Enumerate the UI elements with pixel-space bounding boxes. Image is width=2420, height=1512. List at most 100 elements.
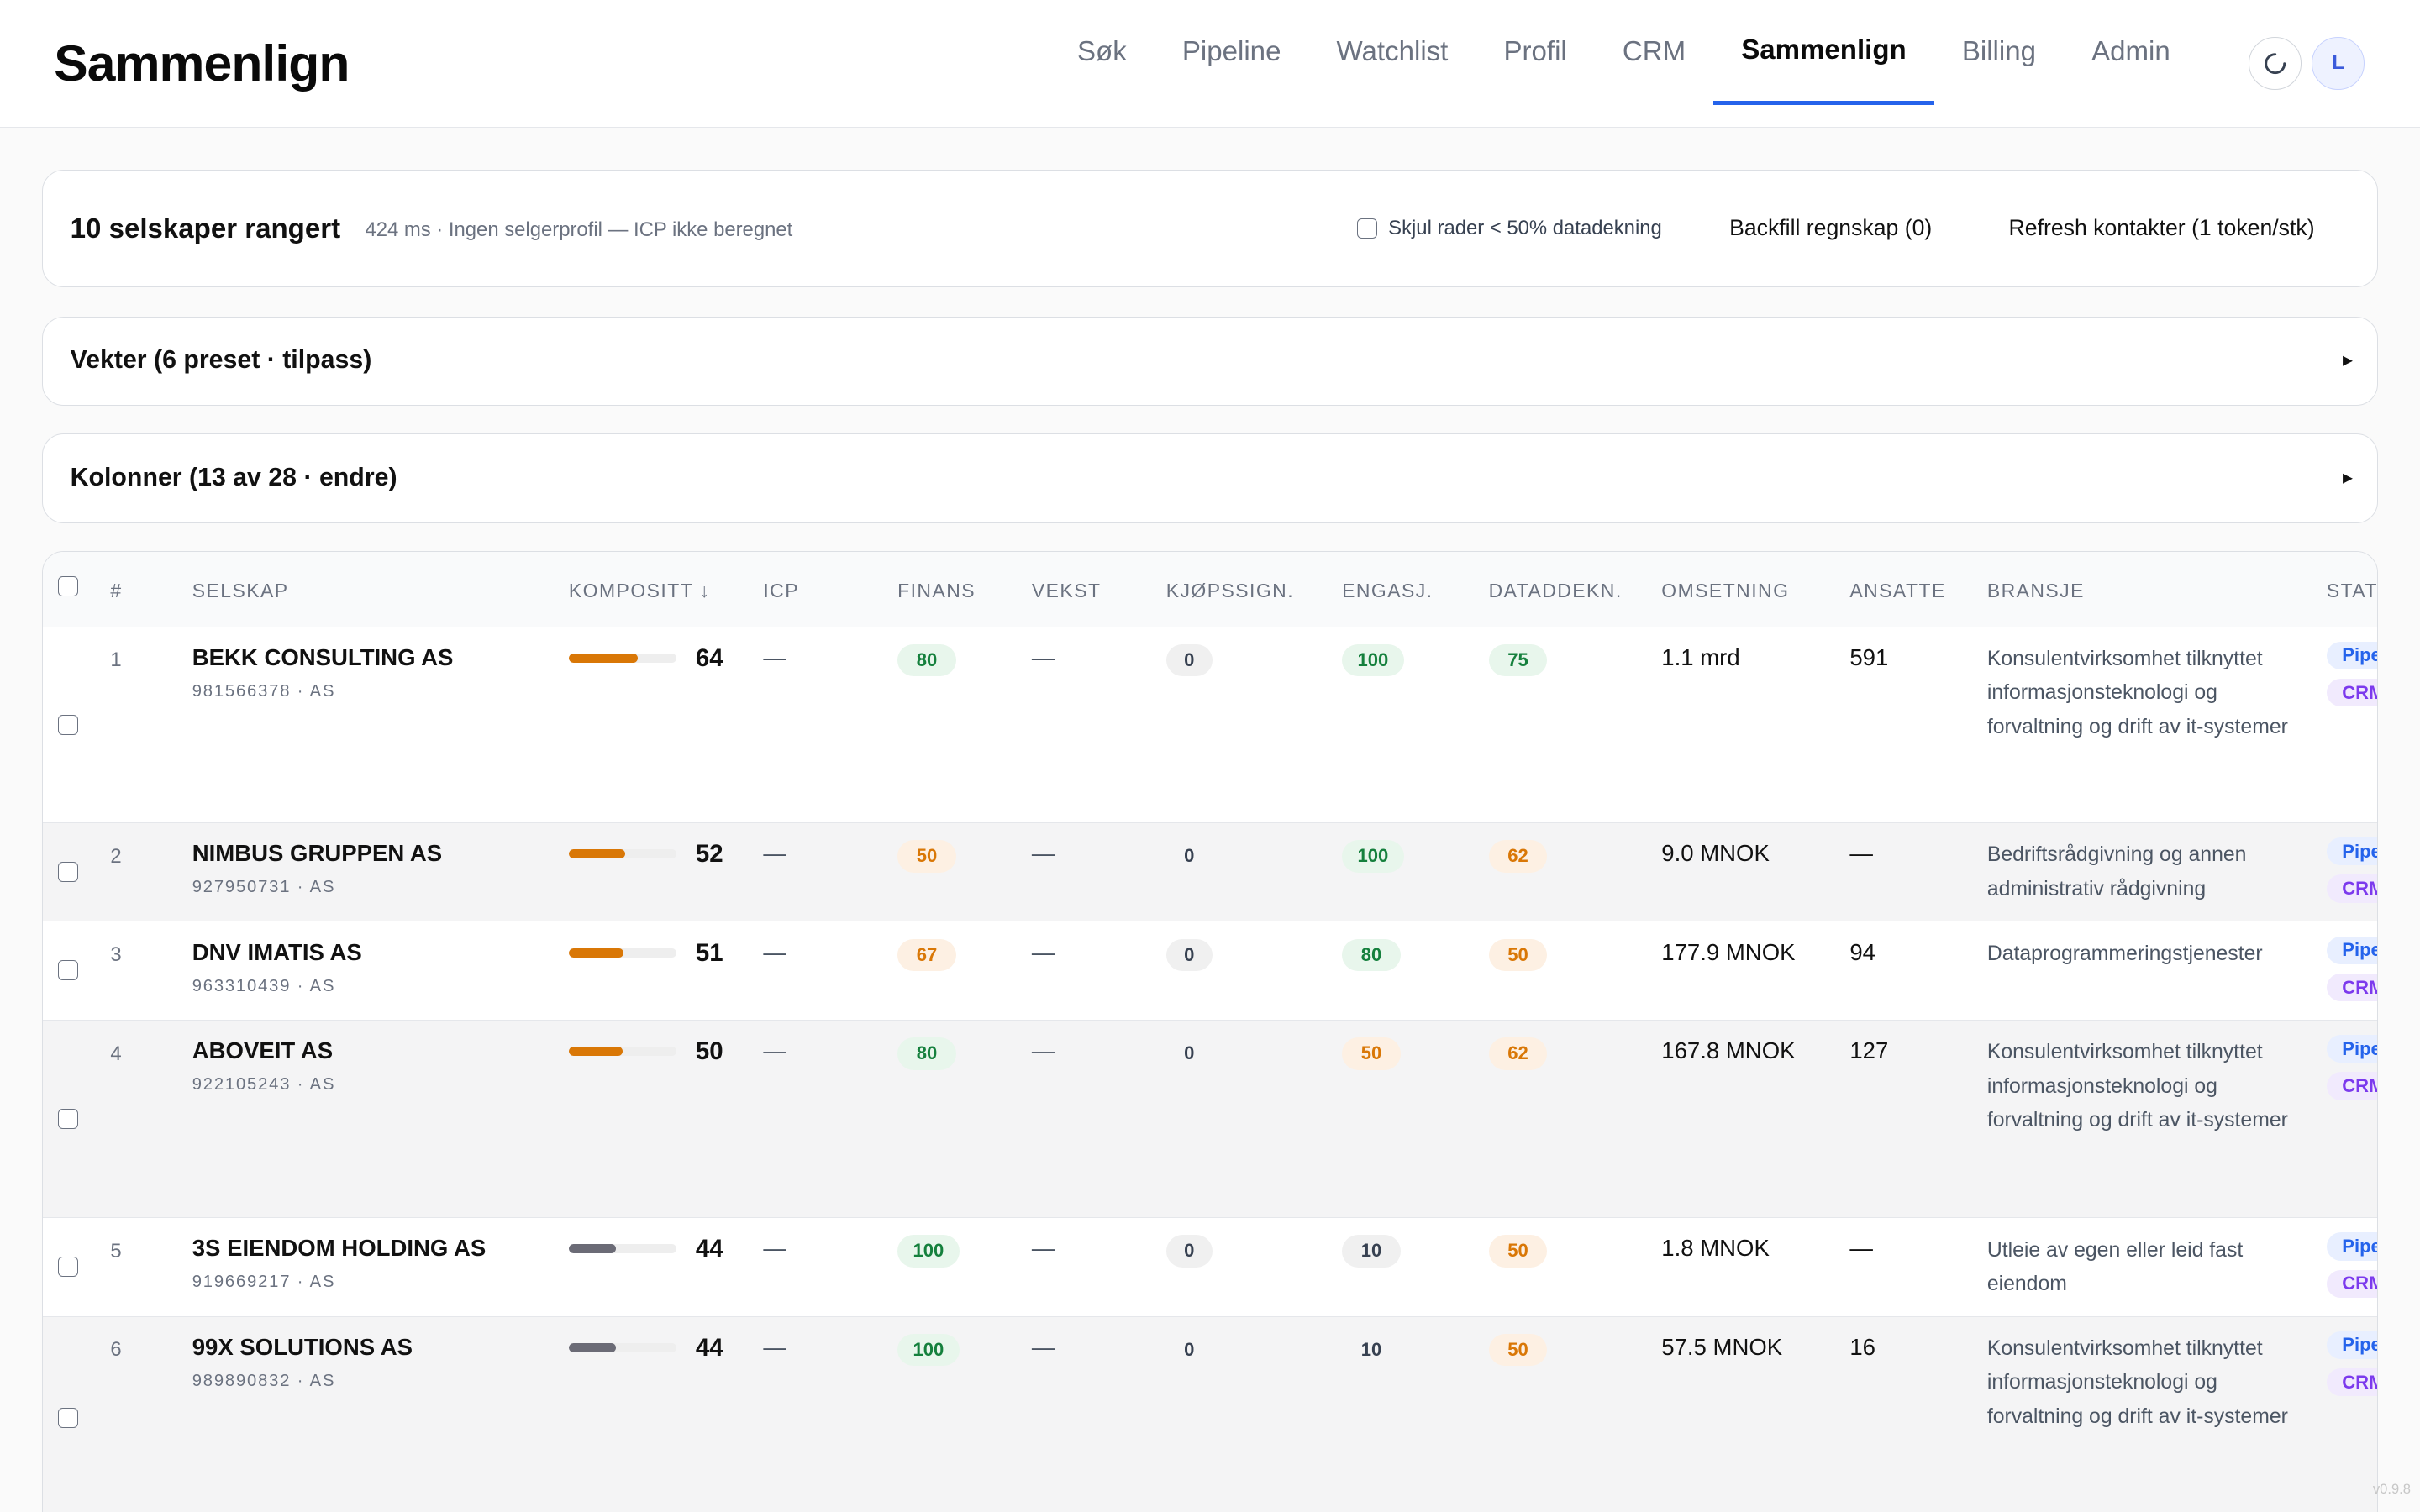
company-cell[interactable]: NIMBUS GRUPPEN AS 927950731 · AS bbox=[192, 840, 442, 897]
composite-bar bbox=[568, 1244, 677, 1254]
composite-bar-track bbox=[568, 1342, 677, 1352]
status-crm-badge[interactable]: CRM bbox=[2326, 1368, 2378, 1397]
icp-value: — bbox=[763, 840, 786, 867]
status-cell: Pipe CRM bbox=[2326, 1231, 2378, 1298]
row-select-checkbox[interactable] bbox=[57, 715, 78, 736]
row-select-checkbox[interactable] bbox=[57, 1408, 78, 1428]
row-select-checkbox[interactable] bbox=[57, 960, 78, 981]
col-header-data-coverage[interactable]: DATADDEKN. bbox=[1489, 580, 1623, 602]
nav-item-admin[interactable]: Admin bbox=[2064, 0, 2198, 105]
col-header-revenue[interactable]: OMSETNING bbox=[1661, 580, 1789, 602]
buy-signal-pill: 0 bbox=[1165, 938, 1213, 972]
company-cell[interactable]: 99X SOLUTIONS AS 989890832 · AS bbox=[192, 1334, 413, 1391]
nav-item-crm[interactable]: CRM bbox=[1595, 0, 1713, 105]
nav-item-pipeline[interactable]: Pipeline bbox=[1155, 0, 1309, 105]
status-pipeline-badge[interactable]: Pipe bbox=[2326, 1232, 2378, 1261]
composite-bar-track bbox=[568, 948, 677, 958]
col-header-status[interactable]: STATUS bbox=[2327, 580, 2377, 602]
nav-item-sammenlign[interactable]: Sammenlign bbox=[1713, 0, 1934, 105]
buy-signal-pill: 0 bbox=[1184, 1338, 1195, 1360]
composite-score: 44 bbox=[695, 1235, 723, 1263]
company-name[interactable]: 3S EIENDOM HOLDING AS bbox=[192, 1235, 486, 1262]
user-avatar[interactable]: L bbox=[2312, 37, 2365, 90]
status-pipeline-badge[interactable]: Pipe bbox=[2326, 1035, 2378, 1063]
engagement-pill: 100 bbox=[1342, 840, 1404, 873]
status-crm-badge[interactable]: CRM bbox=[2326, 1072, 2378, 1100]
nav-item-sok[interactable]: Søk bbox=[1050, 0, 1155, 105]
engagement-cell: 80 bbox=[1342, 938, 1401, 972]
status-crm-badge[interactable]: CRM bbox=[2326, 874, 2378, 903]
refresh-button[interactable] bbox=[2249, 37, 2302, 90]
composite-bar-fill bbox=[568, 948, 624, 958]
finance-pill: 100 bbox=[897, 1235, 960, 1268]
coverage-cell: 75 bbox=[1488, 643, 1548, 677]
coverage-pill: 50 bbox=[1488, 1235, 1548, 1268]
status-crm-badge[interactable]: CRM bbox=[2326, 973, 2378, 1002]
company-cell[interactable]: BEKK CONSULTING AS 981566378 · AS bbox=[192, 644, 454, 701]
company-name[interactable]: DNV IMATIS AS bbox=[192, 939, 362, 966]
table-row[interactable]: 4 ABOVEIT AS 922105243 · AS 50 — 80 — 0 … bbox=[42, 1021, 2378, 1219]
nav-item-billing[interactable]: Billing bbox=[1934, 0, 2064, 105]
row-select-checkbox[interactable] bbox=[57, 861, 78, 882]
status-pipeline-badge[interactable]: Pipe bbox=[2326, 641, 2378, 670]
status-pipeline-badge[interactable]: Pipe bbox=[2326, 837, 2378, 866]
table-row[interactable]: 6 99X SOLUTIONS AS 989890832 · AS 44 — 1… bbox=[42, 1316, 2378, 1512]
row-select-checkbox[interactable] bbox=[57, 1257, 78, 1277]
buy-signal-cell: 0 bbox=[1166, 840, 1213, 873]
finance-pill: 100 bbox=[897, 1333, 960, 1367]
status-crm-badge[interactable]: CRM bbox=[2326, 1269, 2378, 1298]
status-pipeline-badge[interactable]: Pipe bbox=[2326, 1331, 2378, 1360]
main-nav: Søk Pipeline Watchlist Profil CRM Sammen… bbox=[1050, 0, 2198, 128]
col-header-finance[interactable]: FINANS bbox=[897, 580, 976, 602]
company-orgnr: 989890832 · AS bbox=[192, 1371, 336, 1390]
table-row[interactable]: 3 DNV IMATIS AS 963310439 · AS 51 — 67 —… bbox=[42, 921, 2378, 1021]
finance-cell: 80 bbox=[897, 1037, 956, 1070]
weights-panel[interactable]: Vekter (6 preset · tilpass) ▸ bbox=[41, 316, 2379, 407]
table-row[interactable]: 2 NIMBUS GRUPPEN AS 927950731 · AS 52 — … bbox=[42, 822, 2378, 922]
hide-low-coverage-checkbox[interactable] bbox=[1357, 218, 1378, 239]
finance-cell: 100 bbox=[897, 1235, 960, 1268]
refresh-contacts-button[interactable]: Refresh kontakter (1 token/stk) bbox=[2009, 215, 2315, 241]
company-name[interactable]: BEKK CONSULTING AS bbox=[192, 644, 454, 671]
ranking-meta: 424 ms · Ingen selgerprofil — ICP ikke b… bbox=[365, 218, 793, 241]
table-row[interactable]: 1 BEKK CONSULTING AS 981566378 · AS 64 —… bbox=[42, 627, 2378, 823]
col-header-composite[interactable]: KOMPOSITT ↓ bbox=[569, 580, 711, 602]
col-header-industry[interactable]: BRANSJE bbox=[1987, 580, 2085, 602]
col-header-icp[interactable]: ICP bbox=[763, 580, 799, 602]
icp-value: — bbox=[763, 1333, 786, 1360]
col-header-employees[interactable]: ANSATTE bbox=[1849, 580, 1945, 602]
columns-panel[interactable]: Kolonner (13 av 28 · endre) ▸ bbox=[41, 433, 2379, 523]
row-select-checkbox[interactable] bbox=[57, 1108, 78, 1129]
nav-item-profil[interactable]: Profil bbox=[1476, 0, 1594, 105]
company-name[interactable]: ABOVEIT AS bbox=[192, 1037, 336, 1064]
company-name[interactable]: 99X SOLUTIONS AS bbox=[192, 1334, 413, 1361]
coverage-pill: 50 bbox=[1488, 938, 1548, 972]
composite-score: 64 bbox=[695, 643, 723, 672]
industry-value: Utleie av egen eller leid fast eiendom bbox=[1986, 1238, 2244, 1295]
growth-value: — bbox=[1031, 938, 1055, 965]
table-row[interactable]: 5 3S EIENDOM HOLDING AS 919669217 · AS 4… bbox=[42, 1218, 2378, 1317]
employees-value: 16 bbox=[1849, 1333, 1876, 1360]
col-header-growth[interactable]: VEKST bbox=[1032, 580, 1102, 602]
hide-low-coverage-toggle[interactable]: Skjul rader < 50% datadekning bbox=[1357, 217, 1662, 240]
nav-item-watchlist[interactable]: Watchlist bbox=[1309, 0, 1476, 105]
summary-card: 10 selskaper rangert 424 ms · Ingen selg… bbox=[41, 170, 2379, 287]
employees-value: — bbox=[1849, 840, 1873, 867]
col-header-company[interactable]: SELSKAP bbox=[192, 580, 289, 602]
select-all-checkbox[interactable] bbox=[57, 576, 78, 596]
status-crm-badge[interactable]: CRM bbox=[2326, 679, 2378, 707]
buy-signal-pill: 0 bbox=[1184, 1042, 1195, 1064]
engagement-cell: 10 bbox=[1342, 1235, 1401, 1268]
composite-score: 50 bbox=[695, 1037, 723, 1066]
col-header-engagement[interactable]: ENGASJ. bbox=[1342, 580, 1433, 602]
employees-value: 127 bbox=[1849, 1037, 1889, 1064]
buy-signal-pill: 0 bbox=[1184, 845, 1195, 867]
company-cell[interactable]: DNV IMATIS AS 963310439 · AS bbox=[192, 939, 362, 996]
company-cell[interactable]: ABOVEIT AS 922105243 · AS bbox=[192, 1037, 336, 1095]
company-name[interactable]: NIMBUS GRUPPEN AS bbox=[192, 840, 442, 867]
company-cell[interactable]: 3S EIENDOM HOLDING AS 919669217 · AS bbox=[192, 1235, 486, 1292]
col-header-buy-signal[interactable]: KJØPSSIGN. bbox=[1166, 580, 1294, 602]
status-pipeline-badge[interactable]: Pipe bbox=[2326, 936, 2378, 964]
backfill-button[interactable]: Backfill regnskap (0) bbox=[1729, 215, 1932, 241]
composite-bar-track bbox=[568, 653, 677, 663]
